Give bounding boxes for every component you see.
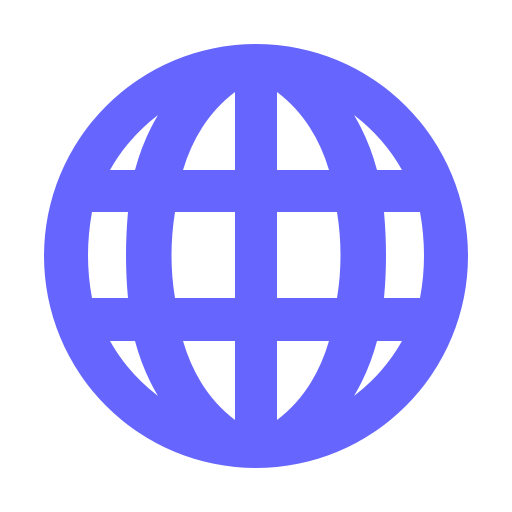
cell-mid-right-outer bbox=[384, 212, 424, 298]
icon-canvas bbox=[0, 0, 512, 512]
cell-mid-right-inner bbox=[277, 212, 341, 298]
cell-mid-left-outer bbox=[88, 212, 128, 298]
globe-icon bbox=[44, 44, 468, 468]
cell-mid-left-inner bbox=[171, 212, 235, 298]
